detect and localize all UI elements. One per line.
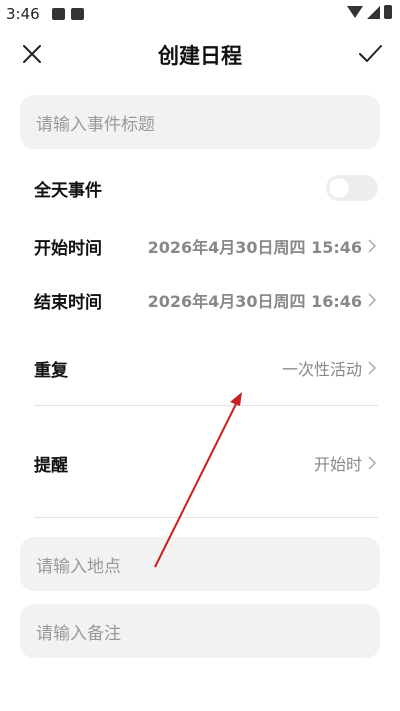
start-time-value: 2026年4月30日周四 15:46 bbox=[148, 234, 378, 258]
chevron-right-icon bbox=[368, 456, 377, 470]
check-icon bbox=[359, 45, 382, 62]
all-day-toggle[interactable] bbox=[326, 175, 378, 201]
chevron-right-icon bbox=[368, 361, 377, 375]
all-day-label: 全天事件 bbox=[34, 180, 102, 201]
status-right bbox=[347, 5, 392, 19]
wifi-icon bbox=[347, 6, 363, 18]
repeat-value: 一次性活动 bbox=[282, 356, 378, 380]
status-bar: 3:46 bbox=[0, 0, 400, 28]
battery-icon bbox=[384, 5, 392, 19]
app-notification-icon bbox=[71, 8, 84, 20]
reminder-label: 提醒 bbox=[34, 455, 68, 476]
reminder-row[interactable]: 提醒 开始时 bbox=[34, 449, 378, 477]
end-time-row[interactable]: 结束时间 2026年4月30日周四 16:46 bbox=[34, 286, 378, 314]
status-time: 3:46 bbox=[6, 5, 40, 23]
repeat-label: 重复 bbox=[34, 360, 68, 381]
notes-placeholder: 请输入备注 bbox=[36, 623, 121, 644]
confirm-button[interactable] bbox=[356, 40, 384, 68]
location-input[interactable]: 请输入地点 bbox=[20, 537, 380, 591]
repeat-row[interactable]: 重复 一次性活动 bbox=[34, 354, 378, 382]
header: 创建日程 bbox=[0, 34, 400, 74]
signal-icon bbox=[367, 5, 380, 19]
start-time-row[interactable]: 开始时间 2026年4月30日周四 15:46 bbox=[34, 232, 378, 260]
repeat-text: 一次性活动 bbox=[281, 360, 362, 379]
location-placeholder: 请输入地点 bbox=[36, 556, 121, 577]
page-title: 创建日程 bbox=[158, 44, 242, 68]
end-time-value: 2026年4月30日周四 16:46 bbox=[148, 288, 378, 312]
chevron-right-icon bbox=[368, 239, 377, 253]
start-time-text: 2026年4月30日周四 15:46 bbox=[147, 238, 362, 257]
end-time-text: 2026年4月30日周四 16:46 bbox=[147, 292, 362, 311]
notes-input[interactable]: 请输入备注 bbox=[20, 604, 380, 658]
all-day-row: 全天事件 bbox=[34, 174, 378, 202]
start-time-label: 开始时间 bbox=[34, 238, 102, 259]
end-time-label: 结束时间 bbox=[34, 292, 102, 313]
reminder-text: 开始时 bbox=[313, 455, 362, 474]
reminder-value: 开始时 bbox=[314, 451, 378, 475]
divider bbox=[34, 517, 378, 518]
toggle-knob bbox=[329, 178, 349, 198]
event-title-input[interactable]: 请输入事件标题 bbox=[20, 95, 380, 149]
divider bbox=[34, 405, 378, 406]
event-title-placeholder: 请输入事件标题 bbox=[36, 114, 155, 135]
chevron-right-icon bbox=[368, 293, 377, 307]
gallery-notification-icon bbox=[52, 8, 65, 20]
